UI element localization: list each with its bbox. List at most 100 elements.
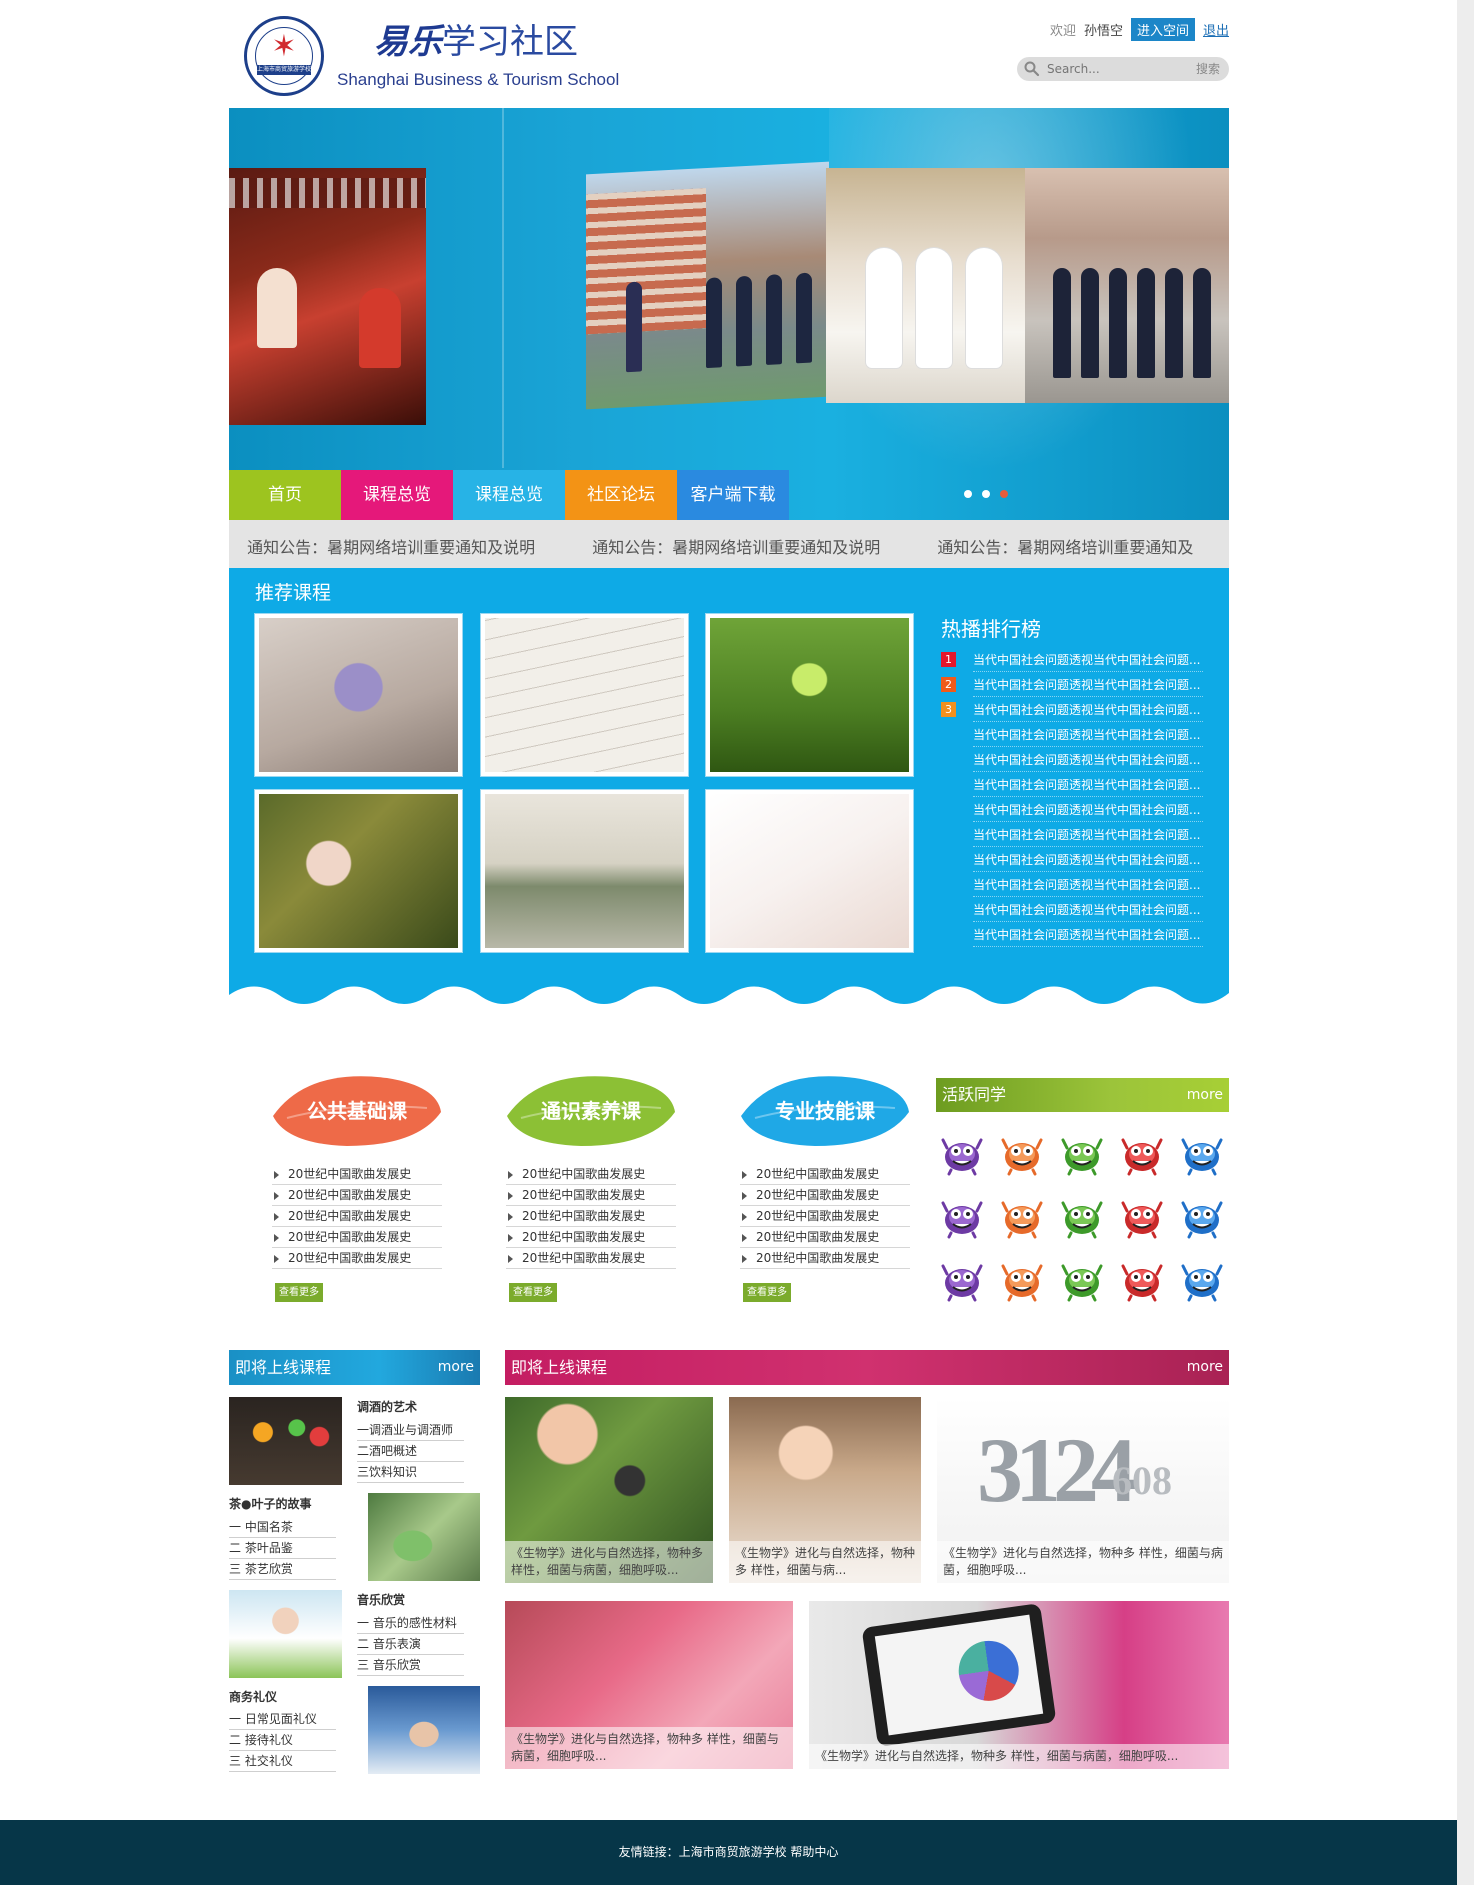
group-item[interactable]: 三饮料知识	[357, 1462, 464, 1483]
handshake-image[interactable]	[368, 1686, 480, 1774]
green-monster-avatar[interactable]	[1059, 1193, 1105, 1239]
ranking-item[interactable]: 当代中国社会问题透视当代中国社会问题...	[973, 847, 1203, 872]
group-item[interactable]: 二 接待礼仪	[229, 1730, 336, 1751]
group-item[interactable]: 一 音乐的感性材料	[357, 1613, 464, 1634]
group-item[interactable]: 三 社交礼仪	[229, 1751, 336, 1772]
course-link[interactable]: 20世纪中国歌曲发展史	[272, 1248, 442, 1269]
upcoming-left-more[interactable]: more	[438, 1350, 474, 1385]
nav-item[interactable]: 课程总览	[341, 470, 453, 520]
course-thumb[interactable]	[481, 614, 688, 776]
ranking-item[interactable]: 3 当代中国社会问题透视当代中国社会问题...	[941, 697, 1203, 722]
course-card[interactable]: 《生物学》进化与自然选择，物种多 样性，细菌与病...	[729, 1397, 921, 1583]
course-link[interactable]: 20世纪中国歌曲发展史	[272, 1164, 442, 1185]
upcoming-right-more[interactable]: more	[1187, 1350, 1223, 1385]
course-link[interactable]: 20世纪中国歌曲发展史	[506, 1185, 676, 1206]
orange-monster-avatar[interactable]	[999, 1193, 1045, 1239]
course-link[interactable]: 20世纪中国歌曲发展史	[272, 1185, 442, 1206]
course-link[interactable]: 20世纪中国歌曲发展史	[506, 1248, 676, 1269]
purple-monster-avatar[interactable]	[939, 1130, 985, 1176]
category-leaf-badge[interactable]: 公共基础课	[267, 1072, 447, 1150]
course-thumb[interactable]	[706, 790, 913, 952]
carousel-dot-active[interactable]	[1000, 490, 1008, 498]
orange-monster-avatar[interactable]	[999, 1130, 1045, 1176]
nav-item[interactable]: 课程总览	[453, 470, 565, 520]
course-link[interactable]: 20世纪中国歌曲发展史	[740, 1185, 910, 1206]
ranking-item[interactable]: 当代中国社会问题透视当代中国社会问题...	[973, 897, 1203, 922]
course-thumb[interactable]	[255, 614, 462, 776]
carousel-dot[interactable]	[964, 490, 972, 498]
group-item[interactable]: 三 茶艺欣赏	[229, 1559, 336, 1580]
search-button[interactable]: 搜索	[1196, 60, 1220, 78]
enter-space-button[interactable]: 进入空间	[1130, 17, 1195, 41]
course-card[interactable]: 《生物学》进化与自然选择，物种多 样性，细菌与病菌，细胞呼吸...	[809, 1601, 1229, 1769]
carousel-dot[interactable]	[982, 490, 990, 498]
course-link[interactable]: 20世纪中国歌曲发展史	[740, 1206, 910, 1227]
group-item[interactable]: 二 音乐表演	[357, 1634, 464, 1655]
course-link[interactable]: 20世纪中国歌曲发展史	[740, 1248, 910, 1269]
notice-item[interactable]: 通知公告：暑期网络培训重要通知及说明	[247, 538, 535, 557]
group-item[interactable]: 二酒吧概述	[357, 1441, 464, 1462]
green-monster-avatar[interactable]	[1059, 1256, 1105, 1302]
username-link[interactable]: 孙悟空	[1084, 20, 1123, 39]
group-title[interactable]: 商务礼仪	[229, 1688, 277, 1705]
green-monster-avatar[interactable]	[1059, 1130, 1105, 1176]
course-link[interactable]: 20世纪中国歌曲发展史	[506, 1164, 676, 1185]
course-card[interactable]: 《生物学》进化与自然选择，物种多 样性，细菌与病菌，细胞呼吸...	[505, 1397, 713, 1583]
ranking-item[interactable]: 当代中国社会问题透视当代中国社会问题...	[973, 747, 1203, 772]
search-input[interactable]	[1047, 60, 1187, 78]
category-leaf-badge[interactable]: 专业技能课	[735, 1072, 915, 1150]
notice-item[interactable]: 通知公告：暑期网络培训重要通知及说明	[592, 538, 880, 557]
music-image[interactable]	[229, 1590, 342, 1678]
course-link[interactable]: 20世纪中国歌曲发展史	[506, 1227, 676, 1248]
course-link[interactable]: 20世纪中国歌曲发展史	[740, 1164, 910, 1185]
course-card[interactable]: 《生物学》进化与自然选择，物种多 样性，细菌与病菌，细胞呼吸...	[505, 1601, 793, 1769]
blue-monster-avatar[interactable]	[1179, 1193, 1225, 1239]
notice-item[interactable]: 通知公告：暑期网络培训重要通知及	[937, 538, 1193, 557]
course-thumb[interactable]	[706, 614, 913, 776]
group-item[interactable]: 三 音乐欣赏	[357, 1655, 464, 1676]
purple-monster-avatar[interactable]	[939, 1256, 985, 1302]
course-thumb[interactable]	[481, 790, 688, 952]
nav-item[interactable]: 客户端下载	[677, 470, 789, 520]
ranking-item[interactable]: 当代中国社会问题透视当代中国社会问题...	[973, 772, 1203, 797]
group-title[interactable]: 调酒的艺术	[357, 1398, 417, 1415]
group-item[interactable]: 一 中国名茶	[229, 1517, 336, 1538]
ranking-item[interactable]: 当代中国社会问题透视当代中国社会问题...	[973, 722, 1203, 747]
category-leaf-badge[interactable]: 通识素养课	[501, 1072, 681, 1150]
view-more-button[interactable]: 查看更多	[509, 1283, 557, 1302]
blue-monster-avatar[interactable]	[1179, 1130, 1225, 1176]
orange-monster-avatar[interactable]	[999, 1256, 1045, 1302]
brand-title[interactable]: 易乐学习社区	[374, 22, 578, 62]
footer-links[interactable]: 友情链接：上海市商贸旅游学校 帮助中心	[619, 1845, 839, 1859]
tea-image[interactable]	[368, 1493, 480, 1581]
purple-monster-avatar[interactable]	[939, 1193, 985, 1239]
group-item[interactable]: 一 日常见面礼仪	[229, 1709, 336, 1730]
nav-item[interactable]: 首页	[229, 470, 341, 520]
hero-banner[interactable]	[229, 108, 1229, 520]
course-thumb[interactable]	[255, 790, 462, 952]
nav-item[interactable]: 社区论坛	[565, 470, 677, 520]
course-link[interactable]: 20世纪中国歌曲发展史	[272, 1227, 442, 1248]
course-link[interactable]: 20世纪中国歌曲发展史	[506, 1206, 676, 1227]
view-more-button[interactable]: 查看更多	[275, 1283, 323, 1302]
ranking-item[interactable]: 1 当代中国社会问题透视当代中国社会问题...	[941, 647, 1203, 672]
red-monster-avatar[interactable]	[1119, 1130, 1165, 1176]
blue-monster-avatar[interactable]	[1179, 1256, 1225, 1302]
course-link[interactable]: 20世纪中国歌曲发展史	[740, 1227, 910, 1248]
group-title[interactable]: 茶●叶子的故事	[229, 1495, 311, 1512]
red-monster-avatar[interactable]	[1119, 1256, 1165, 1302]
course-card[interactable]: 3124 608 《生物学》进化与自然选择，物种多 样性，细菌与病菌，细胞呼吸.…	[937, 1397, 1229, 1583]
group-title[interactable]: 音乐欣赏	[357, 1591, 405, 1608]
logout-link[interactable]: 退出	[1203, 20, 1229, 39]
ranking-item[interactable]: 当代中国社会问题透视当代中国社会问题...	[973, 797, 1203, 822]
group-item[interactable]: 二 茶叶品鉴	[229, 1538, 336, 1559]
ranking-item[interactable]: 当代中国社会问题透视当代中国社会问题...	[973, 822, 1203, 847]
group-item[interactable]: 一调酒业与调酒师	[357, 1420, 464, 1441]
view-more-button[interactable]: 查看更多	[743, 1283, 791, 1302]
ranking-item[interactable]: 当代中国社会问题透视当代中国社会问题...	[973, 872, 1203, 897]
active-students-more[interactable]: more	[1187, 1078, 1223, 1112]
ranking-item[interactable]: 当代中国社会问题透视当代中国社会问题...	[973, 922, 1203, 947]
red-monster-avatar[interactable]	[1119, 1193, 1165, 1239]
ranking-item[interactable]: 2 当代中国社会问题透视当代中国社会问题...	[941, 672, 1203, 697]
cocktail-image[interactable]	[229, 1397, 342, 1485]
